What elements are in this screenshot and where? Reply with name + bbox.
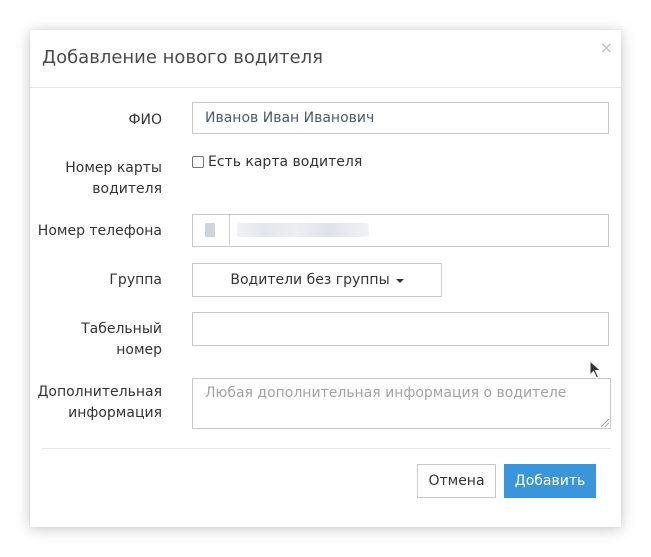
country-select[interactable] xyxy=(193,215,230,245)
extra-info-textarea[interactable]: Любая дополнительная информация о водите… xyxy=(192,378,611,429)
card-number-label: Номер карты водителя xyxy=(65,158,162,200)
footer-divider xyxy=(42,448,611,449)
extra-info-label: Дополнительная информация xyxy=(37,382,162,424)
phone-input[interactable] xyxy=(192,214,609,247)
mouse-cursor-icon xyxy=(589,360,602,379)
group-label: Группа xyxy=(109,272,162,288)
tabel-number-label: Табельный номер xyxy=(81,319,162,361)
add-driver-dialog: Добавление нового водителя × ФИО Иванов … xyxy=(30,30,621,527)
group-dropdown[interactable]: Водители без группы xyxy=(192,263,442,297)
flag-icon xyxy=(205,223,215,237)
caret-down-icon xyxy=(395,279,404,283)
add-button[interactable]: Добавить xyxy=(504,464,596,498)
resize-grip-icon[interactable] xyxy=(601,419,609,427)
phone-label: Номер телефона xyxy=(37,223,162,239)
extra-info-placeholder: Любая дополнительная информация о водите… xyxy=(205,385,567,401)
extra-info-label-line1: Дополнительная xyxy=(37,384,162,400)
close-icon[interactable]: × xyxy=(600,40,613,56)
dialog-header: Добавление нового водителя × xyxy=(30,30,621,88)
card-number-label-line2: водителя xyxy=(92,181,162,197)
tabel-number-label-line2: номер xyxy=(116,342,162,358)
group-dropdown-value: Водители без группы xyxy=(230,272,390,288)
tabel-number-input[interactable] xyxy=(192,312,609,346)
tabel-number-label-line1: Табельный xyxy=(81,321,162,337)
has-card-checkbox-row[interactable]: Есть карта водителя xyxy=(192,154,362,170)
dialog-title: Добавление нового водителя xyxy=(42,47,323,68)
has-card-checkbox-label: Есть карта водителя xyxy=(208,154,363,170)
fio-input[interactable]: Иванов Иван Иванович xyxy=(192,102,609,134)
has-card-checkbox[interactable] xyxy=(192,156,204,168)
fio-input-value: Иванов Иван Иванович xyxy=(205,110,375,126)
extra-info-label-line2: информация xyxy=(68,405,162,421)
cancel-button[interactable]: Отмена xyxy=(417,464,496,498)
phone-number-redacted xyxy=(237,223,369,237)
card-number-label-line1: Номер карты xyxy=(65,160,162,176)
fio-label: ФИО xyxy=(128,112,162,128)
